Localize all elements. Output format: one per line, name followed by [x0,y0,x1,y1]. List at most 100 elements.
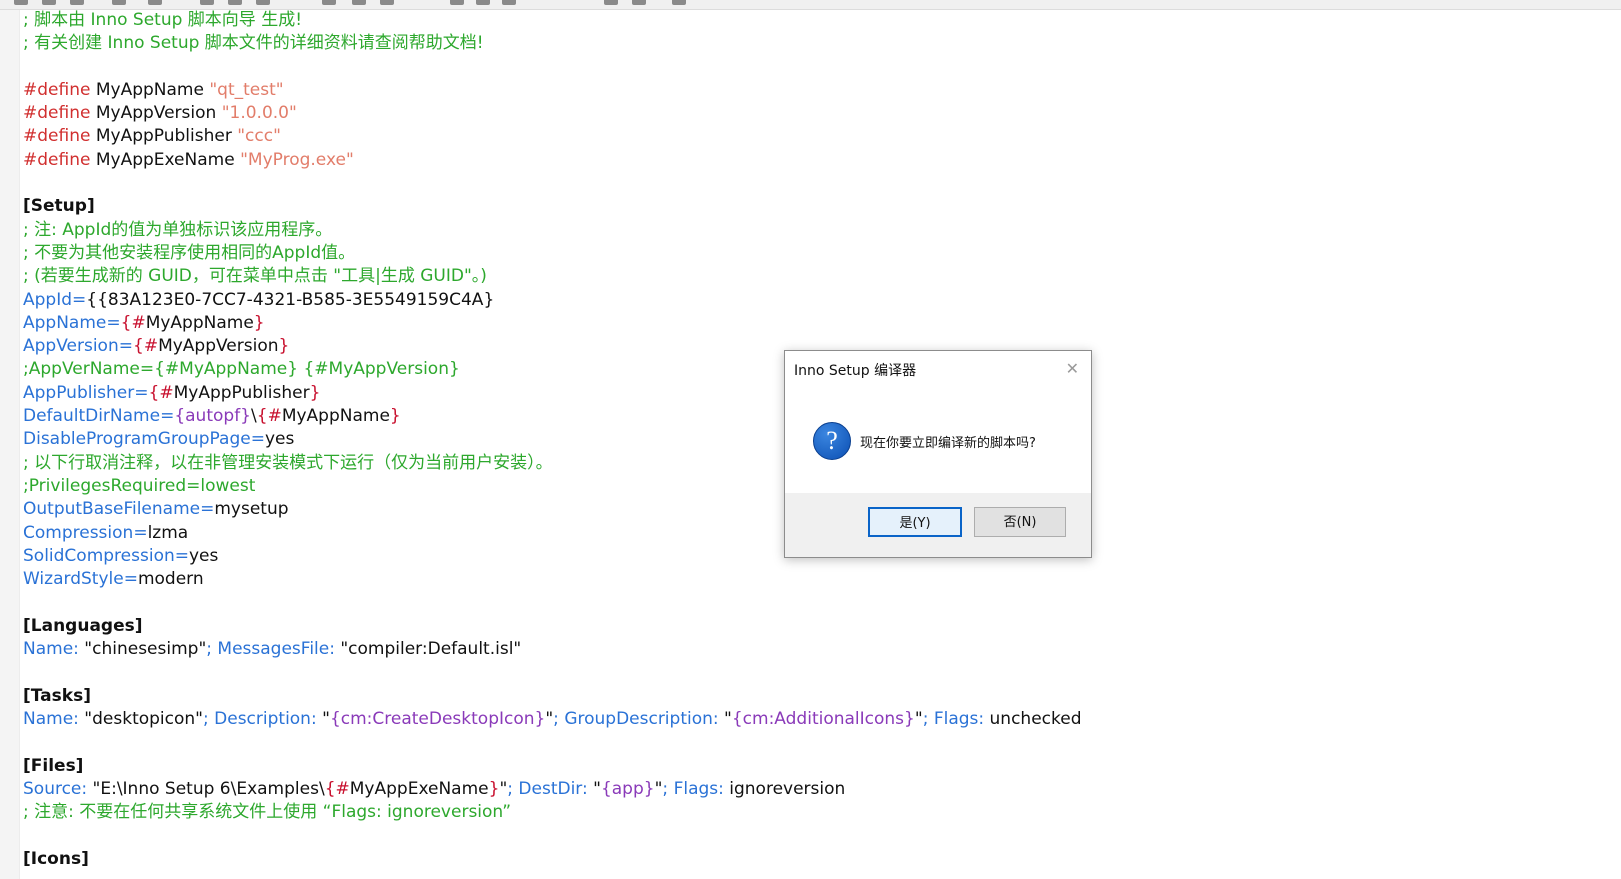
code-line[interactable]: #define MyAppPublisher "ccc" [23,125,1603,148]
no-button[interactable]: 否(N) [974,507,1066,537]
code-token: "MyProg.exe" [240,149,354,170]
code-token: Name: [23,639,79,660]
code-token: ; [662,778,674,799]
toolbar-button-icon[interactable] [476,0,490,5]
code-token: { [324,778,336,799]
code-token: "E:\Inno Setup 6\Examples\ [87,778,325,799]
code-line[interactable]: [Languages] [23,615,1603,638]
code-line[interactable]: Source: "E:\Inno Setup 6\Examples\{#MyAp… [23,778,1603,801]
code-line[interactable]: ; 有关创建 Inno Setup 脚本文件的详细资料请查阅帮助文档! [23,32,1603,55]
code-token: AppId [23,289,73,310]
toolbar-button-icon[interactable] [14,0,28,5]
toolbar-button-icon[interactable] [502,0,516,5]
code-token: { [120,312,132,333]
toolbar-button-icon[interactable] [604,0,618,5]
toolbar-button-icon[interactable] [200,0,214,5]
code-line[interactable]: AppName={#MyAppName} [23,312,1603,335]
code-token: ; 脚本由 Inno Setup 脚本向导 生成! [23,10,303,30]
toolbar-button-icon[interactable] [380,0,394,5]
code-token: Flags: [673,778,724,799]
code-line[interactable]: #define MyAppName "qt_test" [23,79,1603,102]
code-line[interactable] [23,56,1603,79]
code-line[interactable]: #define MyAppExeName "MyProg.exe" [23,149,1603,172]
code-token: #define [23,126,91,147]
code-line[interactable]: [Files] [23,755,1603,778]
code-token: ; (若要生成新的 GUID，可在菜单中点击 "工具|生成 GUID"。) [23,266,487,287]
code-token: ; [206,639,218,660]
toolbar-button-icon[interactable] [256,0,270,5]
code-token: Compression [23,522,134,543]
code-token: " [545,708,554,729]
code-token: DestDir: [518,778,588,799]
code-token: " [587,778,601,799]
code-token: [Tasks] [23,685,91,706]
code-token: = [174,545,189,566]
code-token: DefaultDirName [23,406,161,427]
code-line[interactable]: Name: "desktopicon"; Description: "{cm:C… [23,708,1603,731]
code-line[interactable]: AppId={{83A123E0-7CC7-4321-B585-3E554915… [23,289,1603,312]
code-token: ; 注: AppId的值为单独标识该应用程序。 [23,219,333,240]
toolbar-button-icon[interactable] [42,0,56,5]
code-line[interactable]: ; 脚本由 Inno Setup 脚本向导 生成! [23,9,1603,32]
code-token: unchecked [984,708,1082,729]
code-line[interactable]: [Icons] [23,848,1603,871]
code-line[interactable]: [Setup] [23,195,1603,218]
code-token: DisableProgramGroupPage [23,429,251,450]
code-token: AppPublisher [23,382,135,403]
code-token: MyAppPublisher [90,126,238,147]
code-line[interactable] [23,824,1603,847]
code-line[interactable] [23,661,1603,684]
code-token: ; [203,708,215,729]
code-token: [Setup] [23,196,95,217]
toolbar-button-icon[interactable] [450,0,464,5]
toolbar-button-icon[interactable] [322,0,336,5]
code-token: = [106,312,121,333]
toolbar-button-icon[interactable] [228,0,242,5]
toolbar-button-icon[interactable] [352,0,366,5]
code-token: = [200,499,215,520]
code-token: Description: [214,708,317,729]
code-token: "desktopicon" [78,708,203,729]
code-line[interactable]: ; 注意: 不要在任何共享系统文件上使用 “Flags: ignoreversi… [23,801,1603,824]
dialog-footer: 是(Y) 否(N) [785,493,1091,557]
code-line[interactable] [23,172,1603,195]
code-line[interactable]: ; 不要为其他安装程序使用相同的AppId值。 [23,242,1603,265]
dialog-message: 现在你要立即编译新的脚本吗? [860,436,1036,451]
code-token: MyAppExeName [90,149,241,170]
toolbar-button-icon[interactable] [70,0,84,5]
code-token: MyAppName [281,406,390,427]
code-token: yes [264,429,295,450]
code-line[interactable]: [Tasks] [23,685,1603,708]
code-token: GroupDescription: [564,708,719,729]
code-token: = [72,289,87,310]
code-token: # [143,336,159,357]
compile-confirm-dialog: Inno Setup 编译器 ✕ ? 现在你要立即编译新的脚本吗? 是(Y) 否… [784,350,1092,558]
code-token: " [718,708,732,729]
code-token: ignoreversion [723,778,846,799]
code-line[interactable]: ; 注: AppId的值为单独标识该应用程序。 [23,219,1603,242]
code-line[interactable]: Name: "chinesesimp"; MessagesFile: "comp… [23,638,1603,661]
toolbar-button-icon[interactable] [632,0,646,5]
toolbar-button-icon[interactable] [112,0,126,5]
code-line[interactable] [23,591,1603,614]
code-token: # [335,778,350,799]
yes-button[interactable]: 是(Y) [868,507,962,537]
code-token: = [250,429,265,450]
toolbar-button-icon[interactable] [672,0,686,5]
code-line[interactable]: ; (若要生成新的 GUID，可在菜单中点击 "工具|生成 GUID"。) [23,265,1603,288]
code-token: "qt_test" [209,79,284,100]
code-token: WizardStyle [23,569,124,590]
code-token: { [148,382,160,403]
code-line[interactable] [23,731,1603,754]
toolbar-button-icon[interactable] [148,0,162,5]
code-line[interactable]: #define MyAppVersion "1.0.0.0" [23,102,1603,125]
code-token: ;PrivilegesRequired=lowest [23,475,256,496]
code-token: # [131,312,146,333]
code-token: ; [553,708,565,729]
code-token: ; 不要为其他安装程序使用相同的AppId值。 [23,242,356,263]
code-line[interactable]: WizardStyle=modern [23,568,1603,591]
code-token: ; 以下行取消注释，以在非管理安装模式下运行（仅为当前用户安装）。 [23,452,553,473]
code-token: # [267,406,282,427]
code-token: "ccc" [237,126,281,147]
close-icon[interactable]: ✕ [1066,359,1079,378]
